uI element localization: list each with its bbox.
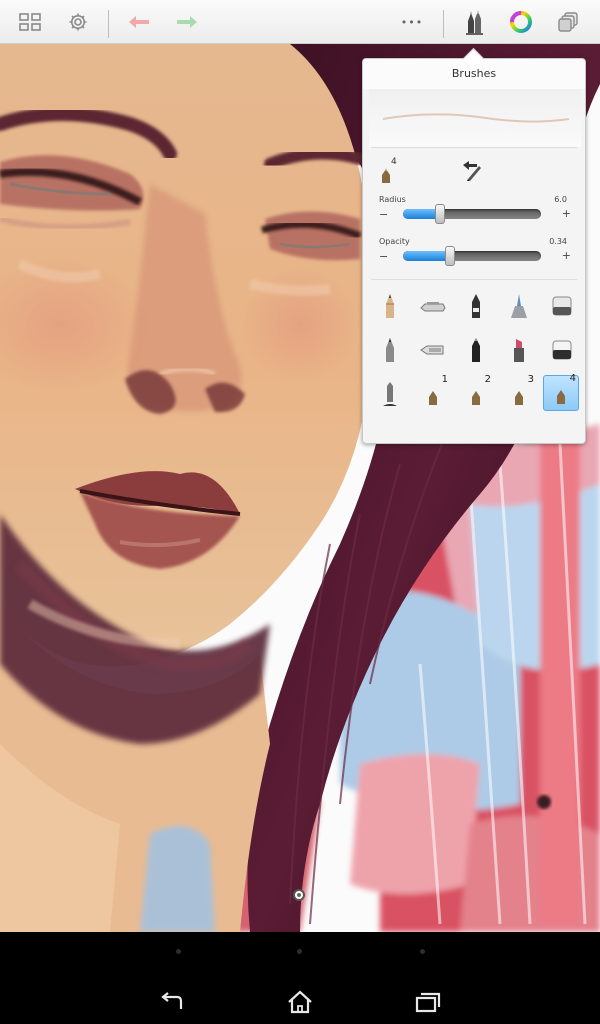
- current-brush-badge[interactable]: 4: [379, 157, 405, 185]
- ballpoint-pen-icon[interactable]: [416, 289, 450, 323]
- nav-indicator-dot: [297, 949, 302, 954]
- opacity-slider-fill: [403, 251, 450, 261]
- preset-3-icon[interactable]: 3: [502, 374, 536, 411]
- layers-icon[interactable]: [553, 6, 585, 38]
- undo-arrow-icon[interactable]: [123, 6, 155, 38]
- gallery-grid-icon[interactable]: [14, 6, 46, 38]
- highlighter-icon[interactable]: [502, 333, 536, 367]
- divider: [371, 147, 577, 148]
- preset-2-icon[interactable]: 2: [459, 374, 493, 411]
- home-icon[interactable]: [280, 982, 320, 1022]
- settings-gear-icon[interactable]: [62, 6, 94, 38]
- divider: [371, 279, 577, 280]
- redo-arrow-icon[interactable]: [171, 6, 203, 38]
- top-toolbar: •••: [0, 0, 600, 44]
- toolbar-separator: [108, 10, 109, 38]
- felt-pen-icon[interactable]: [459, 333, 493, 367]
- back-icon[interactable]: [152, 982, 192, 1022]
- preset-4-icon[interactable]: 4: [543, 373, 579, 411]
- preset-number: 4: [569, 373, 576, 384]
- brushes-icon[interactable]: [458, 6, 490, 38]
- radius-increase[interactable]: +: [562, 207, 571, 220]
- toolbar-separator: [443, 10, 444, 38]
- smudge-tool-icon[interactable]: [373, 377, 407, 411]
- soft-eraser-icon[interactable]: [545, 289, 579, 323]
- fine-pencil-icon[interactable]: [373, 333, 407, 367]
- opacity-slider-thumb[interactable]: [445, 246, 455, 266]
- radius-decrease[interactable]: −: [379, 208, 388, 221]
- canvas-pan-handle[interactable]: [293, 889, 305, 901]
- radius-slider[interactable]: [403, 204, 541, 224]
- preset-number: 2: [484, 374, 491, 385]
- opacity-decrease[interactable]: −: [379, 250, 388, 263]
- brush-stroke-preview: [369, 89, 581, 147]
- nav-indicator-dot: [176, 949, 181, 954]
- opacity-label: Opacity: [379, 237, 410, 246]
- swap-brush-icon[interactable]: [459, 159, 483, 183]
- brush-size-number: 4: [391, 157, 397, 167]
- pencil-icon[interactable]: [373, 289, 407, 323]
- system-navigation-bar: [0, 932, 600, 1024]
- radius-value: 6.0: [554, 195, 567, 204]
- preset-number: 1: [441, 374, 448, 385]
- chisel-marker-icon[interactable]: [416, 333, 450, 367]
- radius-label: Radius: [379, 195, 406, 204]
- airbrush-icon[interactable]: [502, 289, 536, 323]
- brushes-panel: Brushes 4 Radius 6.0 − + Opacity 0.34 − …: [362, 58, 586, 444]
- opacity-increase[interactable]: +: [562, 249, 571, 262]
- color-wheel-icon[interactable]: [505, 6, 537, 38]
- more-dots-icon[interactable]: •••: [396, 6, 428, 38]
- opacity-value: 0.34: [549, 237, 567, 246]
- marker-icon[interactable]: [459, 289, 493, 323]
- preset-number: 3: [527, 374, 534, 385]
- preset-1-icon[interactable]: 1: [416, 374, 450, 411]
- hard-eraser-icon[interactable]: [545, 333, 579, 367]
- opacity-slider[interactable]: [403, 246, 541, 266]
- recent-apps-icon[interactable]: [408, 982, 448, 1022]
- nav-indicator-dot: [420, 949, 425, 954]
- radius-slider-thumb[interactable]: [435, 204, 445, 224]
